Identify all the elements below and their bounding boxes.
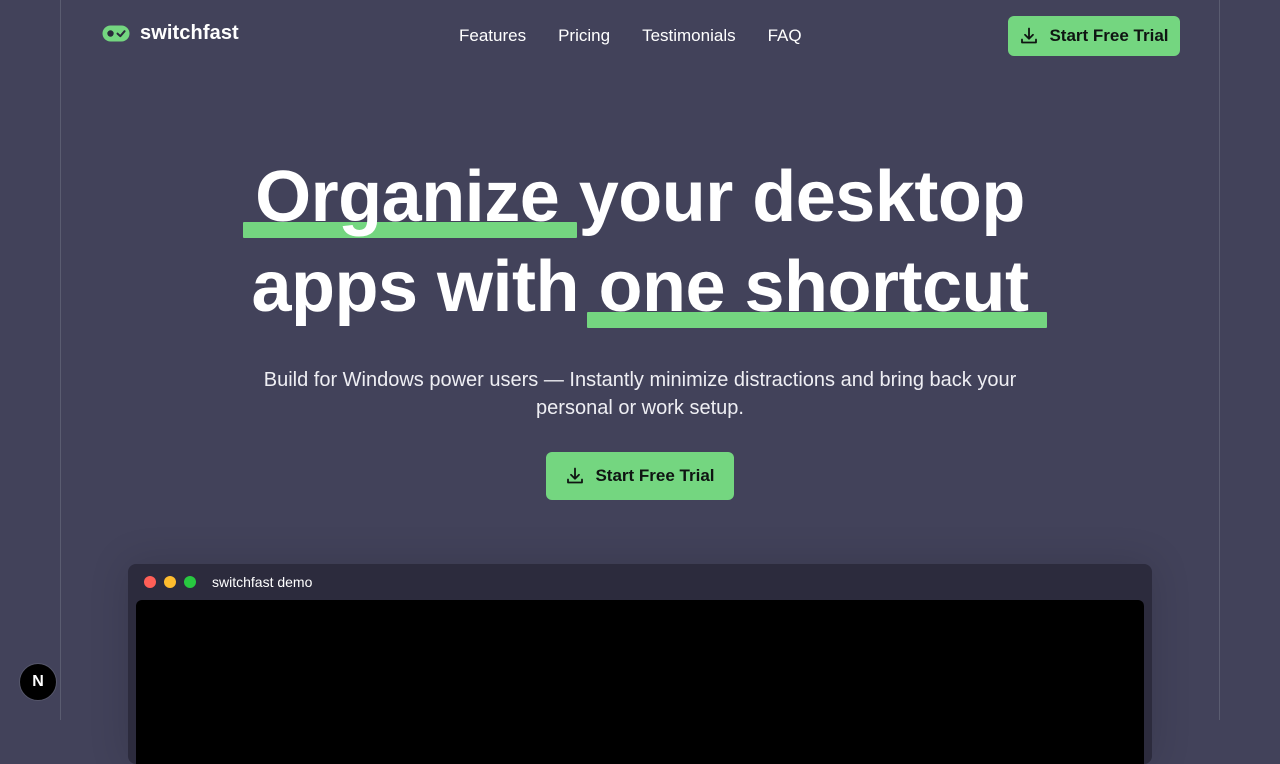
navbar: switchfast Features Pricing Testimonials… bbox=[0, 0, 1280, 72]
nextjs-icon: N bbox=[32, 673, 44, 691]
demo-titlebar: switchfast demo bbox=[128, 564, 1152, 600]
hero-headline-line-2: apps with one shortcut bbox=[0, 242, 1280, 332]
nav-start-trial-label: Start Free Trial bbox=[1049, 26, 1168, 46]
hero-subtitle: Build for Windows power users — Instantl… bbox=[240, 366, 1040, 422]
toggle-check-icon bbox=[102, 25, 130, 42]
nav-link-testimonials[interactable]: Testimonials bbox=[642, 26, 736, 46]
window-close-dot-icon bbox=[144, 576, 156, 588]
window-minimize-dot-icon bbox=[164, 576, 176, 588]
demo-video-area[interactable] bbox=[136, 600, 1144, 764]
nav-start-trial-button[interactable]: Start Free Trial bbox=[1008, 16, 1180, 56]
demo-window-title: switchfast demo bbox=[212, 574, 312, 590]
hero-headline-line-1: Organize your desktop bbox=[0, 152, 1280, 242]
window-maximize-dot-icon bbox=[184, 576, 196, 588]
nav-link-faq[interactable]: FAQ bbox=[768, 26, 802, 46]
hero-highlight-shortcut: one shortcut bbox=[599, 242, 1029, 332]
brand-name: switchfast bbox=[140, 22, 239, 45]
hero-highlight-organize: Organize bbox=[255, 152, 559, 242]
frame-left-border bbox=[60, 0, 61, 720]
hero-start-trial-button[interactable]: Start Free Trial bbox=[546, 452, 734, 500]
hero-headline: Organize your desktop apps with one shor… bbox=[0, 152, 1280, 332]
nextjs-dev-badge[interactable]: N bbox=[19, 663, 57, 701]
download-icon bbox=[1019, 26, 1039, 46]
brand-logo-link[interactable]: switchfast bbox=[102, 22, 239, 45]
hero-start-trial-label: Start Free Trial bbox=[595, 466, 714, 486]
hero-line-1-rest: your desktop bbox=[579, 157, 1025, 237]
nav-link-features[interactable]: Features bbox=[459, 26, 526, 46]
demo-window: switchfast demo bbox=[128, 564, 1152, 764]
nav-link-pricing[interactable]: Pricing bbox=[558, 26, 610, 46]
frame-right-border bbox=[1219, 0, 1220, 720]
hero-line-2-start: apps with bbox=[251, 247, 579, 327]
main-nav: Features Pricing Testimonials FAQ bbox=[459, 26, 802, 46]
download-icon bbox=[565, 466, 585, 486]
